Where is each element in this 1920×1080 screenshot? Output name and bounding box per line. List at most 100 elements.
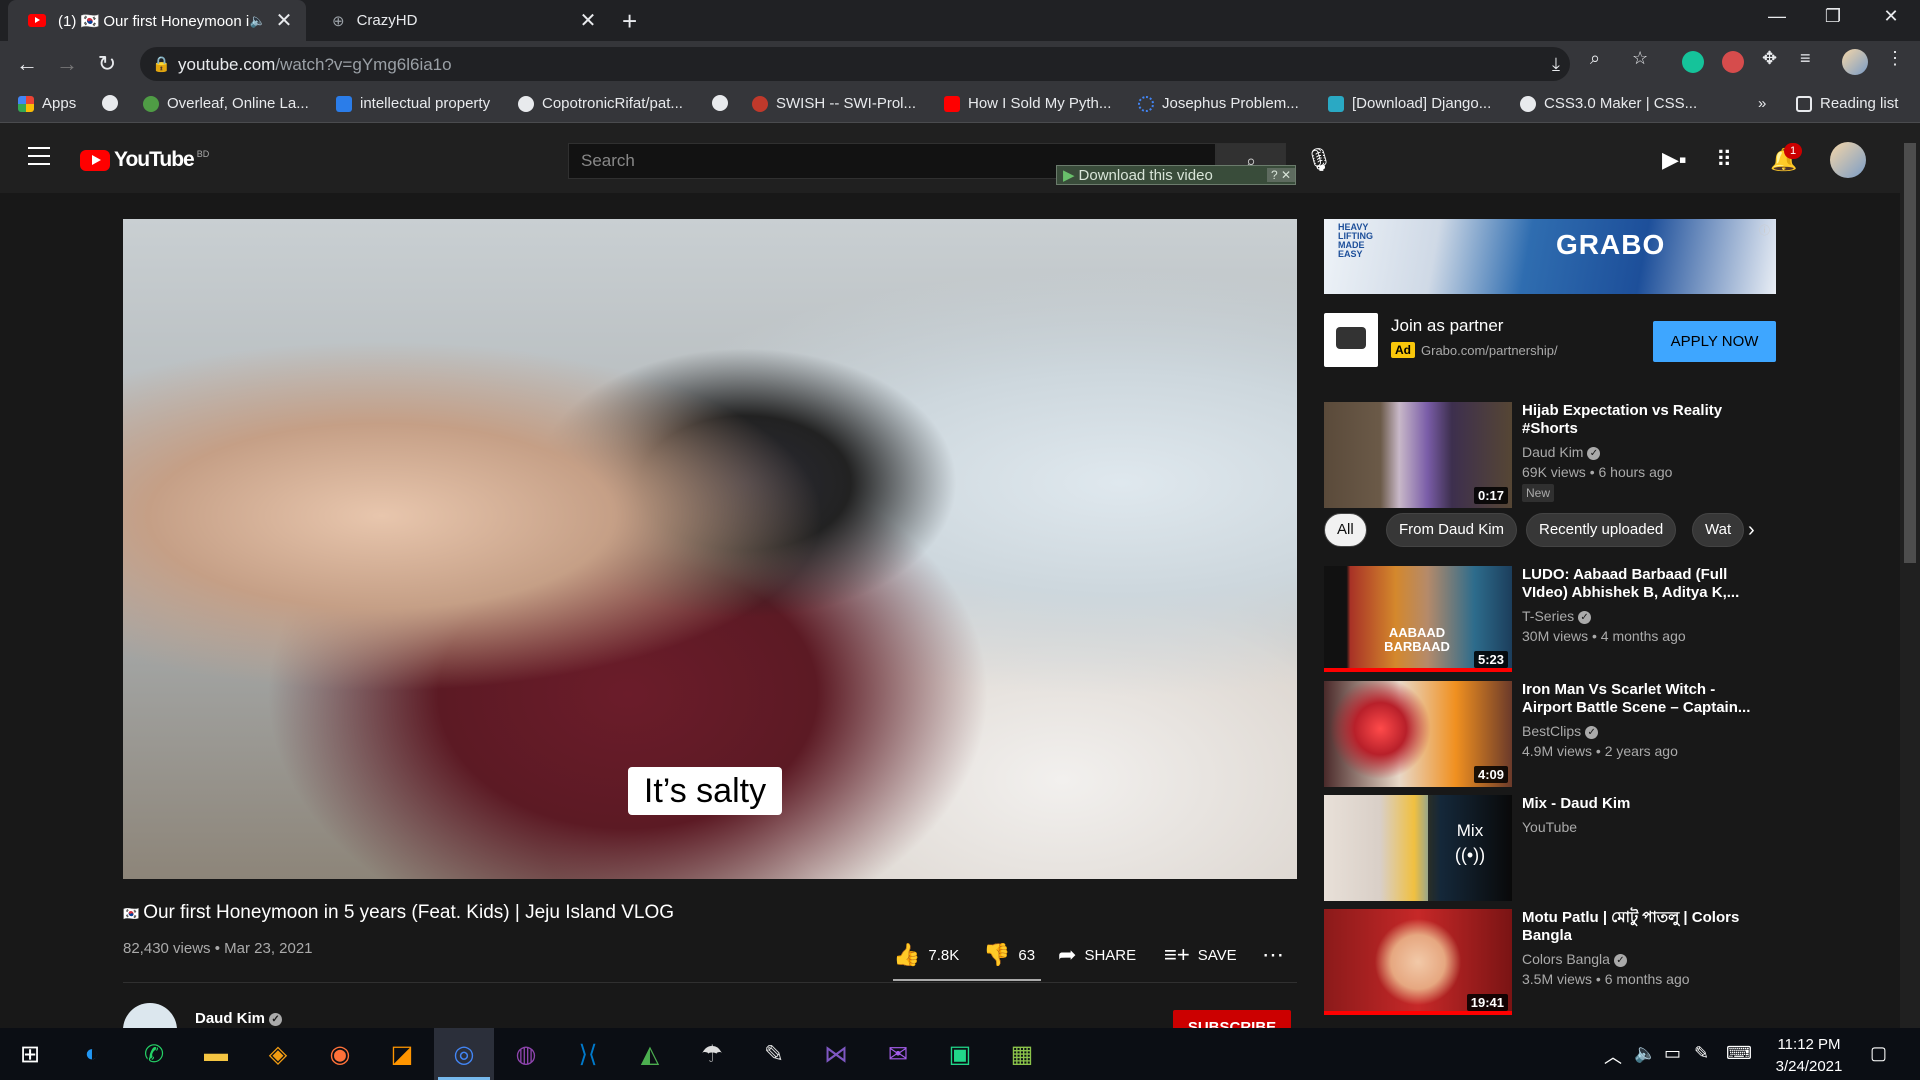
- apply-now-button[interactable]: APPLY NOW: [1653, 321, 1776, 362]
- app-icon[interactable]: ☂: [682, 1028, 742, 1080]
- media-control-icon[interactable]: ≡: [1800, 48, 1811, 69]
- download-page-icon[interactable]: ⤓: [1552, 54, 1560, 75]
- advertiser-logo[interactable]: [1324, 313, 1378, 367]
- rec-title[interactable]: Motu Patlu | মোটু পাতলু | Colors Bangla: [1522, 909, 1762, 945]
- chevron-right-icon[interactable]: ›: [1748, 519, 1755, 542]
- youtube-logo[interactable]: YouTube BD: [80, 148, 209, 172]
- microphone-icon[interactable]: 🎙: [1305, 147, 1333, 173]
- create-video-icon[interactable]: ▶▪: [1662, 147, 1687, 173]
- search-icon[interactable]: ◐: [62, 1028, 122, 1080]
- messenger-icon[interactable]: ✉: [868, 1028, 928, 1080]
- scrollbar-thumb[interactable]: [1904, 143, 1916, 563]
- bookmark-youtube[interactable]: How I Sold My Pyth...: [944, 95, 1111, 112]
- lock-icon[interactable]: 🔒: [152, 55, 171, 73]
- list-item[interactable]: Mix ((•)) Mix - Daud Kim YouTube: [1324, 795, 1784, 903]
- chrome-menu-icon[interactable]: ⋮: [1886, 48, 1904, 69]
- more-actions-button[interactable]: ⋯: [1262, 942, 1292, 968]
- apps-grid-icon[interactable]: ⠿: [1716, 147, 1732, 173]
- avatar[interactable]: [1830, 142, 1866, 178]
- bookmark-globe-2[interactable]: [712, 95, 736, 111]
- bookmarks-overflow-button[interactable]: »: [1758, 95, 1766, 112]
- vscode-icon[interactable]: ⟩⟨: [558, 1028, 618, 1080]
- extension-icon[interactable]: [1722, 51, 1744, 73]
- list-item[interactable]: 4:09 Iron Man Vs Scarlet Witch - Airport…: [1324, 681, 1784, 789]
- tab-audio-icon[interactable]: 🔈: [250, 13, 266, 29]
- app-icon[interactable]: ✎: [744, 1028, 804, 1080]
- close-tab-icon[interactable]: ✕: [578, 8, 598, 33]
- rec-channel[interactable]: T-Series ✓: [1522, 608, 1592, 624]
- grammarly-extension-icon[interactable]: [1682, 51, 1704, 73]
- app-icon[interactable]: ▦: [992, 1028, 1052, 1080]
- firefox-icon[interactable]: ◉: [310, 1028, 370, 1080]
- video-thumbnail[interactable]: 4:09: [1324, 681, 1512, 787]
- minimize-button[interactable]: —: [1762, 6, 1792, 27]
- volume-icon[interactable]: 🔈: [1634, 1043, 1656, 1064]
- rec-title[interactable]: Iron Man Vs Scarlet Witch - Airport Batt…: [1522, 681, 1762, 717]
- bookmark-overleaf[interactable]: Overleaf, Online La...: [143, 95, 309, 112]
- bookmark-github[interactable]: CopotronicRifat/pat...: [518, 95, 683, 112]
- close-icon[interactable]: ? ✕: [1266, 168, 1295, 182]
- taskbar-clock[interactable]: 11:12 PM 3/24/2021: [1768, 1034, 1850, 1078]
- info-icon[interactable]: ⓘ: [1759, 222, 1770, 238]
- reload-icon[interactable]: ↻: [92, 49, 122, 79]
- brave-browser-icon[interactable]: ◈: [248, 1028, 308, 1080]
- chip-recently-uploaded[interactable]: Recently uploaded: [1526, 513, 1677, 547]
- zoom-icon[interactable]: ⌕: [1590, 48, 1600, 69]
- download-video-bar[interactable]: ▶ Download this video ? ✕: [1056, 165, 1296, 185]
- save-button[interactable]: ≡+ SAVE: [1164, 942, 1237, 968]
- chip-from-daud-kim[interactable]: From Daud Kim: [1386, 513, 1518, 547]
- share-button[interactable]: ➦ SHARE: [1058, 942, 1136, 968]
- url-text[interactable]: youtube.com/watch?v=gYmg6l6ia1o: [178, 55, 452, 75]
- app-icon[interactable]: ◭: [620, 1028, 680, 1080]
- bookmark-globe[interactable]: [102, 95, 126, 111]
- new-tab-button[interactable]: +: [622, 6, 637, 37]
- address-bar[interactable]: 🔒 youtube.com/watch?v=gYmg6l6ia1o ⤓: [140, 47, 1570, 81]
- reading-list-button[interactable]: Reading list: [1796, 95, 1898, 112]
- bookmark-star-icon[interactable]: ☆: [1632, 48, 1648, 69]
- bookmark-apps[interactable]: Apps: [18, 95, 76, 112]
- profile-avatar[interactable]: [1842, 49, 1868, 75]
- bookmark-django[interactable]: [Download] Django...: [1328, 95, 1491, 112]
- tab-youtube[interactable]: (1) 🇰🇷 Our first Honeymoon in 5 years (F…: [8, 0, 306, 41]
- rec-title[interactable]: LUDO: Aabaad Barbaad (Full VIdeo) Abhish…: [1522, 566, 1762, 602]
- sublime-icon[interactable]: ◪: [372, 1028, 432, 1080]
- list-item[interactable]: AABAAD BARBAAD 5:23 LUDO: Aabaad Barbaad…: [1324, 566, 1784, 674]
- close-window-button[interactable]: ✕: [1876, 6, 1906, 27]
- page-scrollbar[interactable]: [1900, 123, 1920, 1028]
- pycharm-icon[interactable]: ▣: [930, 1028, 990, 1080]
- video-thumbnail[interactable]: Mix ((•)): [1324, 795, 1512, 901]
- visual-studio-icon[interactable]: ⋈: [806, 1028, 866, 1080]
- rec-channel[interactable]: Colors Bangla ✓: [1522, 951, 1627, 967]
- maximize-button[interactable]: ❐: [1818, 6, 1848, 27]
- video-thumbnail[interactable]: 0:17: [1324, 402, 1512, 508]
- ad-url[interactable]: Grabo.com/partnership/: [1421, 343, 1558, 358]
- rec-title[interactable]: Hijab Expectation vs Reality #Shorts: [1522, 402, 1762, 438]
- notification-center-icon[interactable]: ▢: [1870, 1043, 1887, 1064]
- bookmark-intellectual-property[interactable]: intellectual property: [336, 95, 490, 112]
- forward-arrow-icon[interactable]: →: [52, 49, 82, 79]
- ad-banner[interactable]: HEAVY LIFTING MADE EASY GRABO ⓘ: [1324, 219, 1776, 294]
- bookmark-css-maker[interactable]: CSS3.0 Maker | CSS...: [1520, 95, 1697, 112]
- chip-watched[interactable]: Wat: [1692, 513, 1745, 547]
- chevron-up-icon[interactable]: ︿: [1604, 1043, 1622, 1069]
- rec-channel[interactable]: YouTube: [1522, 819, 1577, 835]
- video-thumbnail[interactable]: AABAAD BARBAAD 5:23: [1324, 566, 1512, 672]
- video-player[interactable]: It’s salty: [123, 219, 1297, 879]
- rec-channel[interactable]: Daud Kim ✓: [1522, 444, 1601, 460]
- extensions-puzzle-icon[interactable]: ✥: [1762, 48, 1777, 69]
- close-tab-icon[interactable]: ✕: [274, 8, 294, 33]
- video-thumbnail[interactable]: 19:41: [1324, 909, 1512, 1015]
- ad-title[interactable]: Join as partner: [1391, 316, 1503, 336]
- network-icon[interactable]: ▭: [1664, 1043, 1681, 1064]
- list-item[interactable]: 19:41 Motu Patlu | মোটু পাতলু | Colors B…: [1324, 909, 1784, 1017]
- keyboard-icon[interactable]: ⌨: [1726, 1043, 1752, 1064]
- tab-crazyhd[interactable]: ⊕ CrazyHD ✕: [312, 0, 610, 41]
- pen-icon[interactable]: ✎: [1694, 1043, 1709, 1064]
- bookmark-swish[interactable]: SWISH -- SWI-Prol...: [752, 95, 916, 112]
- rec-title[interactable]: Mix - Daud Kim: [1522, 795, 1762, 813]
- bookmark-josephus[interactable]: Josephus Problem...: [1138, 95, 1299, 112]
- github-desktop-icon[interactable]: ◍: [496, 1028, 556, 1080]
- whatsapp-icon[interactable]: ✆: [124, 1028, 184, 1080]
- rec-channel[interactable]: BestClips ✓: [1522, 723, 1599, 739]
- like-button[interactable]: 👍 7.8K: [893, 942, 959, 968]
